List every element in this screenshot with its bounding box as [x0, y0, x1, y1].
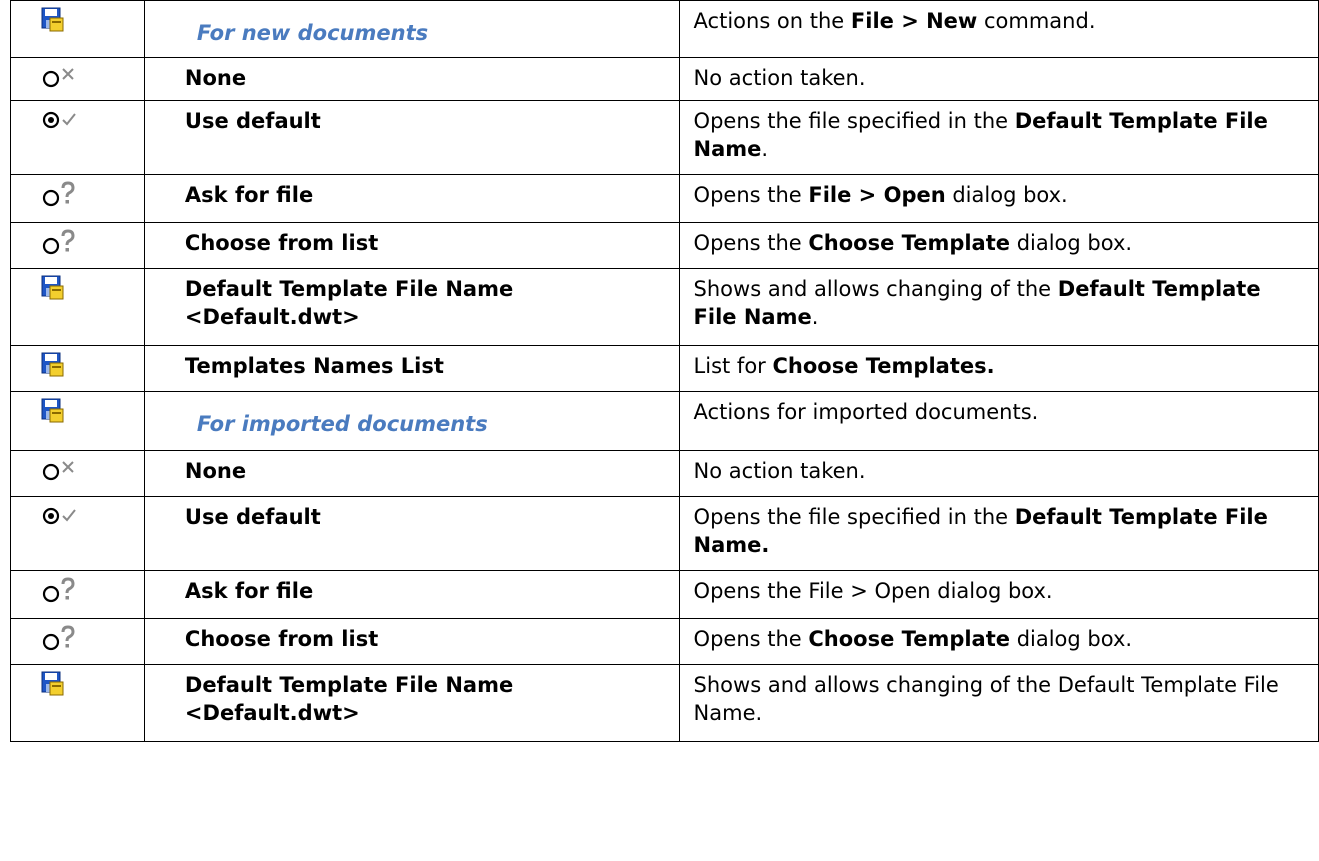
save-icon: [41, 275, 144, 301]
radio-question-icon: [41, 577, 144, 605]
section-heading: For new documents: [143, 0, 680, 58]
description-bold-text: Choose Template: [808, 231, 1011, 255]
description-text: .: [761, 137, 769, 161]
description-text: Opens the: [693, 231, 809, 255]
radio-cross-icon: [41, 64, 144, 90]
description-text: Opens the: [693, 183, 809, 207]
options-table-body: For new documents Actions on the File > N…: [10, 0, 1319, 742]
option-name: Choose from list: [143, 618, 680, 665]
icon-cell: [10, 450, 145, 497]
icon-cell: [10, 222, 145, 269]
description-text: No action taken.: [693, 459, 866, 483]
table-row: Templates Names List List for Choose Temp…: [10, 345, 1319, 392]
radio-question-icon: [41, 625, 144, 653]
option-description: Actions on the File > New command.: [678, 0, 1319, 58]
description-text: Actions on the: [693, 9, 851, 33]
description-text: .: [811, 305, 819, 329]
description-bold-text: Choose Template: [808, 627, 1011, 651]
description-text: Shows and allows changing of the Default…: [693, 673, 1279, 725]
option-description: Shows and allows changing of the Default…: [678, 664, 1319, 742]
table-row: Default Template File Name <Default.dwt>…: [10, 664, 1319, 742]
description-text: Opens the: [693, 627, 809, 651]
option-name: Ask for file: [143, 570, 680, 619]
description-text: command.: [977, 9, 1096, 33]
option-name: None: [143, 450, 680, 497]
table-row: Use default Opens the file specified in t…: [10, 100, 1319, 175]
option-name: Default Template File Name <Default.dwt>: [143, 268, 680, 346]
option-description: Opens the file specified in the Default …: [678, 100, 1319, 175]
description-text: No action taken.: [693, 66, 866, 90]
option-description: No action taken.: [678, 450, 1319, 497]
icon-cell: [10, 496, 145, 571]
description-bold-text: Choose Templates.: [772, 354, 995, 378]
description-bold-text: File > Open: [808, 183, 946, 207]
options-table: For new documents Actions on the File > N…: [10, 0, 1319, 742]
option-name: Default Template File Name <Default.dwt>: [143, 664, 680, 742]
table-row: None No action taken.: [10, 450, 1319, 497]
radio-check-icon: [41, 107, 144, 133]
description-text: dialog box.: [1010, 627, 1133, 651]
table-row: Use default Opens the file specified in t…: [10, 496, 1319, 571]
icon-cell: [10, 100, 145, 175]
save-icon: [41, 671, 144, 697]
description-text: dialog box.: [1010, 231, 1133, 255]
table-row: Choose from list Opens the Choose Templat…: [10, 618, 1319, 665]
icon-cell: [10, 618, 145, 665]
description-text: Opens the file specified in the: [693, 505, 1015, 529]
radio-question-icon: [41, 229, 144, 257]
option-name: Use default: [143, 100, 680, 175]
option-description: List for Choose Templates.: [678, 345, 1319, 392]
option-name: Templates Names List: [143, 345, 680, 392]
description-text: List for: [693, 354, 773, 378]
icon-cell: [10, 664, 145, 742]
description-text: Shows and allows changing of the: [693, 277, 1058, 301]
option-description: Opens the Choose Template dialog box.: [678, 618, 1319, 665]
icon-cell: [10, 391, 145, 451]
icon-cell: [10, 0, 145, 58]
save-icon: [41, 352, 144, 378]
option-name: Use default: [143, 496, 680, 571]
option-description: Opens the file specified in the Default …: [678, 496, 1319, 571]
option-description: Shows and allows changing of the Default…: [678, 268, 1319, 346]
save-icon: [41, 7, 144, 33]
table-row: Ask for file Opens the File > Open dialog…: [10, 570, 1319, 619]
description-bold-text: File > New: [850, 9, 978, 33]
option-description: Actions for imported documents.: [678, 391, 1319, 451]
icon-cell: [10, 57, 145, 101]
radio-question-icon: [41, 181, 144, 209]
table-row: For new documents Actions on the File > N…: [10, 0, 1319, 58]
option-description: Opens the File > Open dialog box.: [678, 174, 1319, 223]
table-row: Default Template File Name <Default.dwt>…: [10, 268, 1319, 346]
option-name: Choose from list: [143, 222, 680, 269]
description-text: Opens the file specified in the: [693, 109, 1015, 133]
icon-cell: [10, 268, 145, 346]
icon-cell: [10, 570, 145, 619]
option-name: Ask for file: [143, 174, 680, 223]
table-row: Ask for file Opens the File > Open dialog…: [10, 174, 1319, 223]
icon-cell: [10, 174, 145, 223]
icon-cell: [10, 345, 145, 392]
description-text: dialog box.: [945, 183, 1068, 207]
description-text: Opens the File > Open dialog box.: [693, 579, 1053, 603]
table-row: For imported documents Actions for import…: [10, 391, 1319, 451]
option-description: Opens the File > Open dialog box.: [678, 570, 1319, 619]
section-heading: For imported documents: [143, 391, 680, 451]
table-row: Choose from list Opens the Choose Templat…: [10, 222, 1319, 269]
save-icon: [41, 398, 144, 424]
description-text: Actions for imported documents.: [693, 400, 1039, 424]
table-row: None No action taken.: [10, 57, 1319, 101]
option-description: Opens the Choose Template dialog box.: [678, 222, 1319, 269]
radio-cross-icon: [41, 457, 144, 483]
option-description: No action taken.: [678, 57, 1319, 101]
radio-check-icon: [41, 503, 144, 529]
option-name: None: [143, 57, 680, 101]
